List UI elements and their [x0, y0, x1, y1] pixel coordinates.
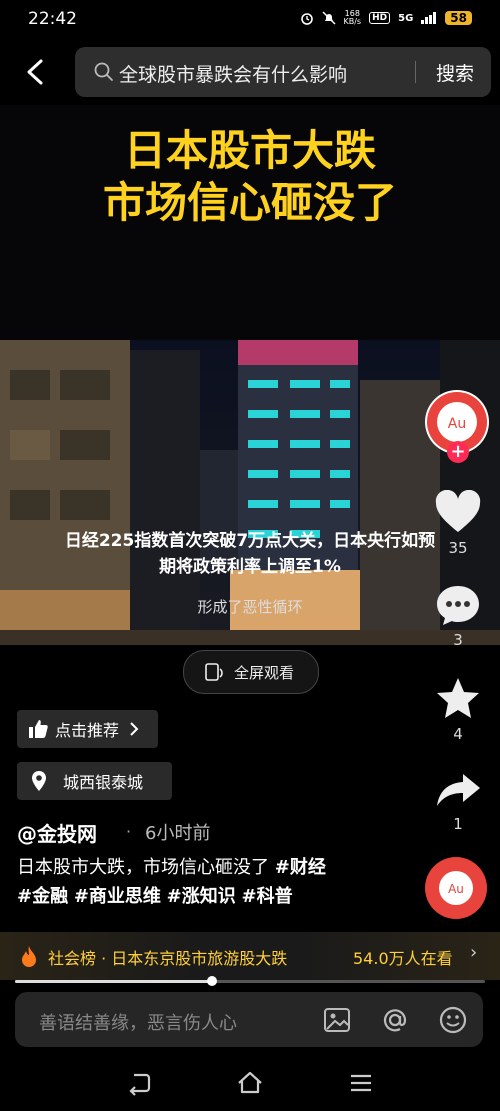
post-time: 6小时前: [145, 823, 211, 844]
follow-button[interactable]: +: [447, 441, 469, 463]
svg-text:Au: Au: [448, 416, 466, 432]
trending-count: 54.0万人在看: [353, 949, 453, 968]
video-caption: 日经225指数首次突破7万点大关，日本央行如预期将政策利率上调至1%: [64, 531, 436, 577]
recommend-label: 点击推荐: [55, 721, 120, 740]
video-subtitle: 形成了恶性循环: [197, 598, 303, 616]
search-button[interactable]: 搜索: [425, 59, 485, 86]
back-button[interactable]: [16, 52, 56, 92]
music-disc-avatar[interactable]: Au: [425, 857, 487, 919]
favorite-count: 4: [453, 725, 463, 743]
hashtag[interactable]: #商业思维: [74, 886, 161, 907]
search-icon: [94, 62, 113, 81]
hashtag[interactable]: #金融: [17, 886, 68, 907]
battery-badge: 58: [445, 11, 472, 25]
back-icon: [27, 59, 43, 85]
location-chip[interactable]: 城西银泰城: [17, 762, 172, 800]
signal-label: 5G: [398, 12, 414, 24]
description-text: 日本股市大跌，市场信心砸没了: [17, 857, 269, 878]
progress-bar[interactable]: [15, 976, 485, 986]
brand-logo-icon: Au: [427, 859, 485, 917]
fullscreen-icon: [205, 663, 223, 681]
fullscreen-label: 全屏观看: [234, 664, 295, 682]
video-title-line1: 日本股市大跌: [123, 126, 376, 175]
share-count: 1: [453, 815, 463, 833]
comment-input[interactable]: 善语结善缘，恶言伤人心: [39, 1009, 237, 1035]
author-name[interactable]: @金投网: [17, 818, 97, 847]
like-button[interactable]: [433, 489, 483, 536]
image-icon[interactable]: [321, 1004, 353, 1036]
svg-text:Au: Au: [448, 882, 464, 896]
search-input[interactable]: 全球股市暴跌会有什么影响: [119, 60, 347, 87]
status-bar: 22:42 168 KB/s HD 5G 58: [0, 0, 500, 40]
location-pin-icon: [32, 771, 46, 791]
video-title-line2: 市场信心砸没了: [102, 178, 397, 227]
share-button[interactable]: [433, 768, 483, 814]
status-time: 22:42: [28, 9, 77, 29]
like-count: 35: [448, 539, 468, 557]
hashtag[interactable]: #科普: [241, 886, 292, 907]
thumb-up-icon: [29, 720, 48, 738]
nav-menu-icon[interactable]: [347, 1069, 375, 1097]
net-speed: 168 KB/s: [343, 9, 362, 26]
hashtag[interactable]: #涨知识: [167, 886, 236, 907]
at-icon[interactable]: [379, 1004, 411, 1036]
fullscreen-button[interactable]: 全屏观看: [183, 650, 319, 694]
comment-icon: [437, 586, 479, 625]
alarm-icon: [300, 13, 313, 25]
progress-fill: [15, 980, 213, 983]
star-icon: [437, 678, 479, 718]
meta-separator: ·: [126, 822, 132, 841]
hashtag[interactable]: #财经: [275, 857, 326, 878]
trending-text: 社会榜 · 日本东京股市旅游股大跌: [48, 949, 288, 968]
nav-back-icon[interactable]: [126, 1069, 154, 1097]
recommend-chip[interactable]: 点击推荐: [17, 710, 158, 748]
share-icon: [437, 774, 480, 806]
system-nav-bar: [0, 1055, 500, 1111]
fire-icon: [22, 946, 36, 967]
comment-box[interactable]: 善语结善缘，恶言伤人心: [15, 992, 483, 1047]
nav-home-icon[interactable]: [236, 1069, 264, 1097]
plus-icon: +: [450, 441, 466, 462]
trending-bar[interactable]: 社会榜 · 日本东京股市旅游股大跌 54.0万人在看 ›: [0, 932, 500, 980]
mute-icon: [321, 11, 336, 25]
search-box[interactable]: 全球股市暴跌会有什么影响 搜索: [75, 47, 491, 97]
signal-icon: [421, 12, 437, 24]
post-description: 日本股市大跌，市场信心砸没了 #财经 #金融 #商业思维 #涨知识 #科普: [17, 853, 417, 911]
chevron-right-icon: ›: [470, 942, 478, 963]
hd-badge: HD: [369, 12, 391, 24]
heart-icon: [435, 489, 481, 532]
comment-count: 3: [453, 631, 463, 649]
comment-button[interactable]: [433, 582, 483, 628]
favorite-button[interactable]: [433, 676, 483, 722]
video-title-overlay: 日本股市大跌 市场信心砸没了: [0, 125, 500, 229]
progress-knob[interactable]: [207, 976, 218, 986]
search-divider: [415, 61, 416, 83]
chevron-right-icon: [130, 722, 139, 736]
location-label: 城西银泰城: [63, 773, 144, 792]
status-icons: 168 KB/s HD 5G 58: [300, 9, 472, 26]
emoji-icon[interactable]: [437, 1004, 469, 1036]
